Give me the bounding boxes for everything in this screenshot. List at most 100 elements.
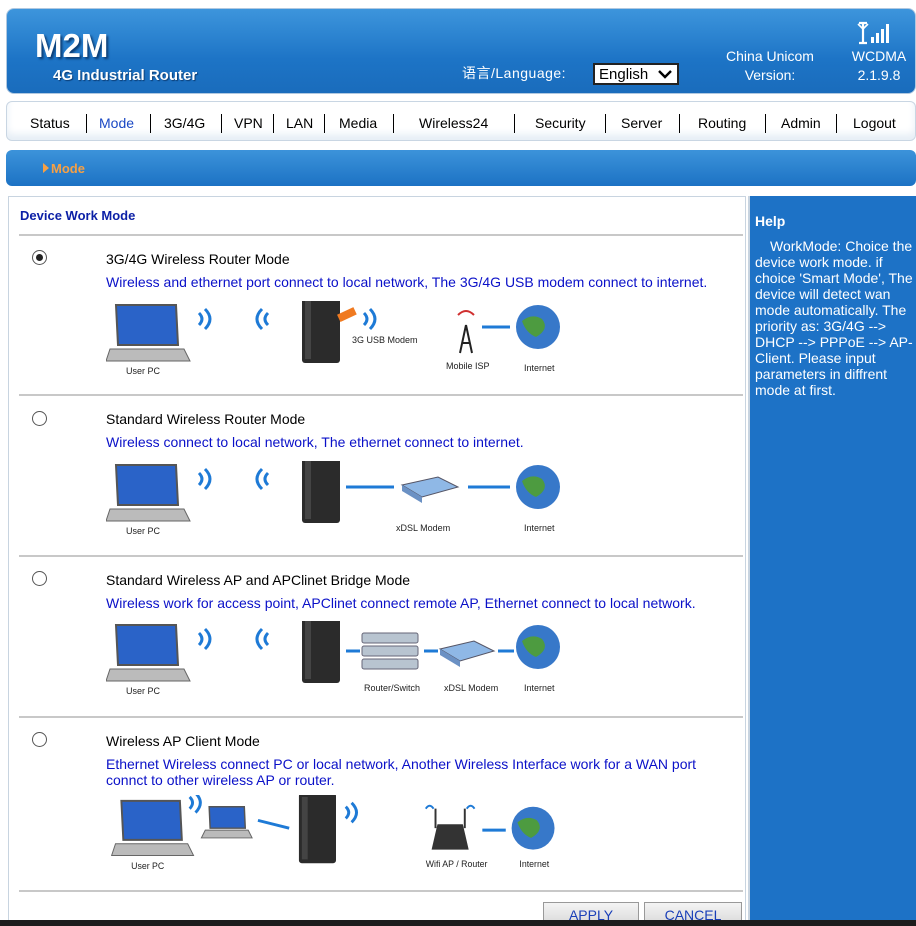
nav-divider	[393, 114, 394, 133]
wifi-signal-icon	[255, 467, 270, 491]
language-label: 语言/Language:	[462, 65, 567, 81]
wifi-signal-icon	[197, 627, 212, 651]
router-icon	[302, 461, 340, 523]
help-text: WorkMode: Choice the device work mode. i…	[755, 238, 913, 398]
diagram-label: Wifi AP / Router	[426, 859, 488, 869]
diagram-label: Internet	[524, 683, 555, 693]
dsl-modem-icon	[438, 640, 496, 667]
diagram-3g4g: User PC 3G USB Modem Mobile ISP Internet	[106, 301, 560, 376]
page: M2M 4G Industrial Router 语言/Language: En…	[0, 0, 916, 926]
nav-logout[interactable]: Logout	[853, 115, 896, 131]
connection-line	[257, 818, 290, 830]
globe-icon	[516, 305, 560, 349]
laptop-icon	[106, 624, 191, 682]
nav-divider	[836, 114, 837, 133]
section-title: Mode	[51, 161, 85, 176]
nav-admin[interactable]: Admin	[781, 115, 821, 131]
globe-icon	[516, 625, 560, 669]
switch-icon	[361, 632, 419, 670]
main-nav: Status Mode 3G/4G VPN LAN Media Wireless…	[6, 101, 916, 141]
nav-server[interactable]: Server	[621, 115, 662, 131]
firmware-version: 2.1.9.8	[857, 67, 901, 83]
nav-routing[interactable]: Routing	[698, 115, 746, 131]
arrow-right-icon	[43, 163, 49, 173]
content-title: Device Work Mode	[20, 208, 136, 223]
carrier-name: China Unicom	[726, 48, 814, 64]
section-header: Mode	[6, 150, 916, 186]
brand-logo: M2M	[35, 27, 109, 64]
nav-lan[interactable]: LAN	[286, 115, 313, 131]
diagram-label: User PC	[126, 366, 161, 376]
language-select[interactable]: English	[593, 63, 679, 85]
nav-media[interactable]: Media	[339, 115, 377, 131]
globe-icon	[511, 806, 555, 850]
wifi-router-icon	[424, 804, 476, 850]
mode-radio-ap-bridge[interactable]	[32, 571, 47, 586]
laptop-icon	[110, 799, 195, 856]
divider	[19, 555, 743, 557]
diagram-ap-bridge: User PC Router/Switch xDSL Modem Interne…	[106, 621, 560, 696]
nav-vpn[interactable]: VPN	[234, 115, 263, 131]
chevron-down-icon	[658, 70, 672, 79]
mode-description: Wireless connect to local network, The e…	[106, 434, 524, 450]
help-title: Help	[755, 213, 786, 229]
divider	[19, 890, 743, 892]
header-banner: M2M 4G Industrial Router 语言/Language: En…	[6, 8, 916, 94]
mode-description: Wireless work for access point, APClinet…	[106, 595, 696, 611]
antenna-tower-icon	[457, 310, 475, 354]
nav-wireless24[interactable]: Wireless24	[419, 115, 488, 131]
mode-radio-ap-client[interactable]	[32, 732, 47, 747]
dsl-modem-icon	[400, 476, 460, 503]
help-panel: Help WorkMode: Choice the device work mo…	[748, 196, 916, 926]
globe-icon	[516, 465, 560, 509]
carrier-block: China Unicom Version:	[725, 47, 815, 85]
version-label: Version:	[744, 67, 796, 83]
mode-name: Standard Wireless AP and APClinet Bridge…	[106, 572, 411, 588]
nav-divider	[150, 114, 151, 133]
mode-description: Wireless and ethernet port connect to lo…	[106, 274, 708, 290]
laptop-icon	[106, 464, 191, 522]
mode-radio-3g4g[interactable]	[32, 250, 47, 265]
network-type: WCDMA	[851, 48, 907, 64]
diagram-label: Mobile ISP	[446, 361, 490, 371]
nav-divider	[273, 114, 274, 133]
router-icon	[302, 621, 340, 683]
language-selected-value: English	[599, 66, 649, 83]
nav-divider	[514, 114, 515, 133]
diagram-label: 3G USB Modem	[352, 335, 418, 345]
diagram-label: Internet	[524, 363, 555, 373]
diagram-ap-client: User PC Wifi AP / Router Internet	[110, 795, 555, 871]
diagram-label: Router/Switch	[364, 683, 420, 693]
diagram-label: Internet	[524, 523, 555, 533]
nav-divider	[221, 114, 222, 133]
router-icon	[298, 795, 336, 864]
wifi-signal-icon	[344, 801, 358, 824]
nav-divider	[765, 114, 766, 133]
diagram-label: xDSL Modem	[396, 523, 450, 533]
usb-modem-icon	[337, 307, 357, 323]
wifi-signal-icon	[362, 307, 377, 331]
diagram-label: Internet	[519, 859, 549, 869]
diagram-label: User PC	[131, 861, 164, 871]
diagram-label: xDSL Modem	[444, 683, 498, 693]
nav-divider	[324, 114, 325, 133]
content-panel: Device Work Mode 3G/4G Wireless Router M…	[8, 196, 746, 926]
laptop-icon	[200, 805, 253, 839]
mode-description: Ethernet Wireless connect PC or local ne…	[106, 756, 697, 788]
nav-3g4g[interactable]: 3G/4G	[164, 115, 205, 131]
nav-divider	[679, 114, 680, 133]
nav-divider	[605, 114, 606, 133]
nav-status[interactable]: Status	[30, 115, 70, 131]
nav-security[interactable]: Security	[535, 115, 586, 131]
network-block: WCDMA 2.1.9.8	[847, 47, 911, 85]
nav-mode[interactable]: Mode	[99, 115, 134, 131]
diagram-standard-router: User PC xDSL Modem Internet	[106, 461, 560, 536]
diagram-label: User PC	[126, 526, 161, 536]
signal-strength-icon	[857, 21, 889, 45]
mode-radio-standard-router[interactable]	[32, 411, 47, 426]
diagram-label: User PC	[126, 686, 161, 696]
divider	[19, 716, 743, 718]
divider	[19, 234, 743, 236]
nav-divider	[86, 114, 87, 133]
divider	[19, 394, 743, 396]
